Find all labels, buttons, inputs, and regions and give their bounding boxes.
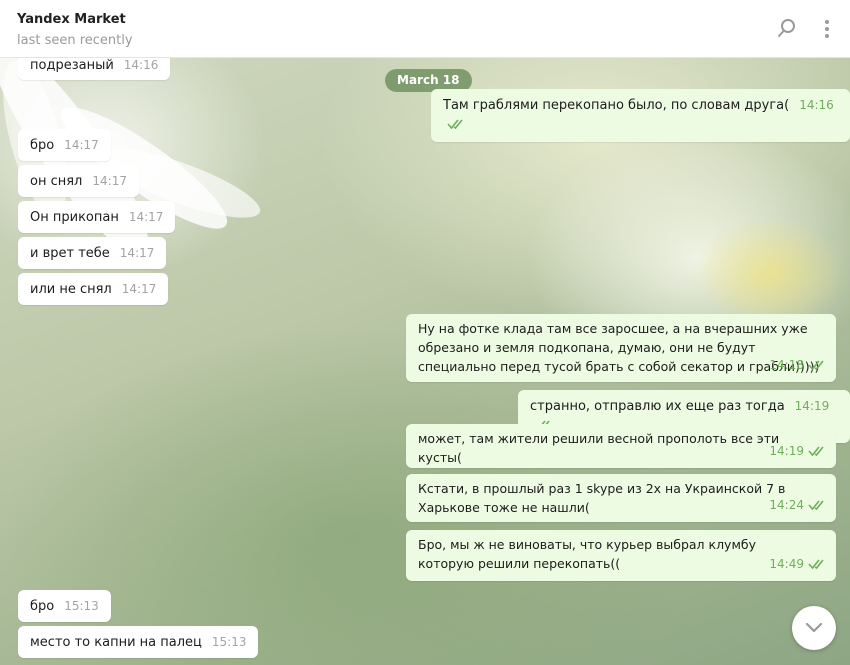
double-check-icon	[808, 444, 826, 463]
message-time: 14:19	[794, 399, 830, 413]
message-time: 14:24	[769, 498, 804, 512]
message-incoming[interactable]: место то капни на палец 15:13	[18, 626, 259, 658]
double-check-icon	[808, 557, 826, 576]
message-text: он снял	[30, 174, 83, 189]
double-check-icon	[808, 358, 826, 377]
message-text: место то капни на палец	[30, 635, 202, 650]
message-meta: 14:18	[759, 356, 826, 377]
message-text: бро	[30, 138, 55, 153]
message-incoming[interactable]: он снял 14:17	[18, 165, 139, 197]
message-incoming[interactable]: Он прикопан 14:17	[18, 201, 176, 233]
message-meta: 14:24	[759, 496, 826, 517]
message-text: подрезаный	[30, 58, 114, 73]
message-text: бро	[30, 599, 55, 614]
message-incoming[interactable]: бро 15:13	[18, 590, 111, 622]
message-list[interactable]: March 18 подрезаный 14:16 Там граблями пе…	[0, 58, 850, 665]
message-time: 14:49	[769, 557, 804, 571]
message-time: 14:17	[64, 138, 99, 152]
message-incoming[interactable]: или не снял 14:17	[18, 273, 169, 305]
message-time: 14:17	[119, 246, 155, 260]
message-time: 14:17	[128, 210, 164, 224]
message-text: и врет тебе	[30, 246, 110, 261]
message-outgoing[interactable]: Там граблями перекопано было, по словам …	[431, 89, 850, 142]
more-menu-button[interactable]	[816, 17, 840, 41]
message-incoming[interactable]: бро 14:17	[18, 129, 111, 161]
message-text: Он прикопан	[30, 210, 119, 225]
double-check-icon	[808, 498, 826, 517]
message-time: 14:18	[769, 358, 804, 372]
message-incoming[interactable]: и врет тебе 14:17	[18, 237, 167, 269]
double-check-icon	[447, 117, 465, 136]
message-outgoing[interactable]: Ну на фотке клада там все заросшее, а на…	[406, 314, 836, 382]
message-time: 14:19	[769, 444, 804, 458]
message-outgoing[interactable]: может, там жители решили весной прополот…	[406, 424, 836, 468]
chat-header: Yandex Market last seen recently	[0, 0, 850, 58]
more-vertical-icon	[825, 20, 829, 38]
message-meta: 14:49	[759, 555, 826, 576]
scroll-to-bottom-button[interactable]	[792, 606, 836, 650]
message-time: 14:16	[799, 98, 834, 112]
chat-title[interactable]: Yandex Market	[17, 12, 126, 27]
message-meta: 14:19	[759, 442, 826, 463]
message-text: Бро, мы ж не виноваты, что курьер выбрал…	[418, 537, 756, 571]
message-outgoing[interactable]: Кстати, в прошлый раз 1 skype из 2х на У…	[406, 474, 836, 522]
chevron-down-icon	[805, 622, 823, 633]
message-text: странно, отправлю их еще раз тогда	[530, 399, 785, 414]
message-text: или не снял	[30, 282, 112, 297]
message-time: 14:16	[123, 58, 159, 72]
chat-status: last seen recently	[17, 33, 133, 48]
message-incoming[interactable]: подрезаный 14:16	[18, 58, 171, 80]
search-icon	[778, 19, 795, 37]
message-text: Там граблями перекопано было, по словам …	[443, 98, 790, 113]
message-time: 14:17	[92, 174, 127, 188]
message-time: 15:13	[64, 599, 99, 613]
message-outgoing[interactable]: Бро, мы ж не виноваты, что курьер выбрал…	[406, 530, 836, 581]
search-button[interactable]	[776, 17, 800, 41]
message-time: 14:17	[121, 282, 157, 296]
message-time: 15:13	[211, 635, 247, 649]
